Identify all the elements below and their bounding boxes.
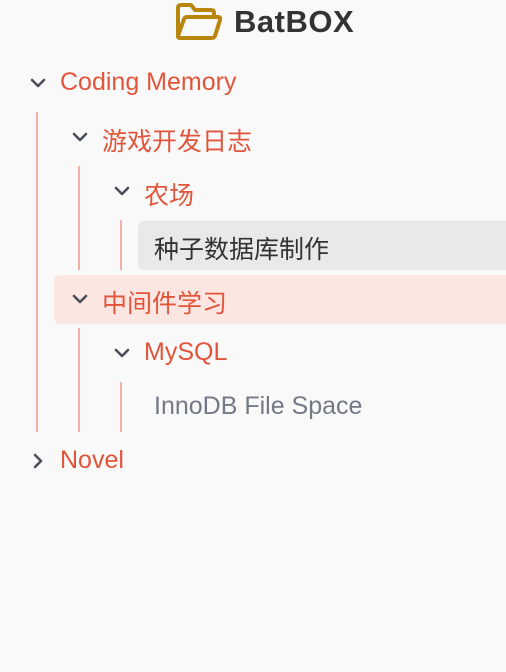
tree-item-coding-memory[interactable]: Coding Memory [0,58,506,108]
tree-item-label: Coding Memory [60,68,237,96]
tree-item-label: Novel [60,446,124,474]
app-title: BatBOX [234,4,355,39]
tree-item-seed-database[interactable]: 种子数据库制作 [0,220,506,270]
tree-item-farm[interactable]: 农场 [0,166,506,216]
tree-item-label: MySQL [144,338,228,366]
chevron-down-icon[interactable] [71,290,89,308]
tree-item-label: InnoDB File Space [154,392,363,420]
chevron-down-icon[interactable] [71,128,89,146]
chevron-down-icon[interactable] [29,74,47,92]
folder-open-icon [174,2,222,42]
tree-item-novel[interactable]: Novel [0,436,506,486]
tree-item-game-dev-log[interactable]: 游戏开发日志 [0,112,506,162]
tree-item-innodb-file-space[interactable]: InnoDB File Space [0,382,506,432]
tree-item-label: 游戏开发日志 [102,128,253,156]
chevron-down-icon[interactable] [113,344,131,362]
app-header: BatBOX [174,0,354,44]
chevron-down-icon[interactable] [113,182,131,200]
tree-item-label: 中间件学习 [102,290,228,318]
chevron-right-icon[interactable] [29,452,47,470]
tree-item-mysql[interactable]: MySQL [0,328,506,378]
tree-item-label: 种子数据库制作 [154,236,330,264]
tree-item-middleware-learning[interactable]: 中间件学习 [0,274,506,324]
app-root: BatBOX Coding Memory 游戏开发日志 农场 种子数据库制作 中… [0,0,506,672]
tree-item-label: 农场 [144,182,195,210]
